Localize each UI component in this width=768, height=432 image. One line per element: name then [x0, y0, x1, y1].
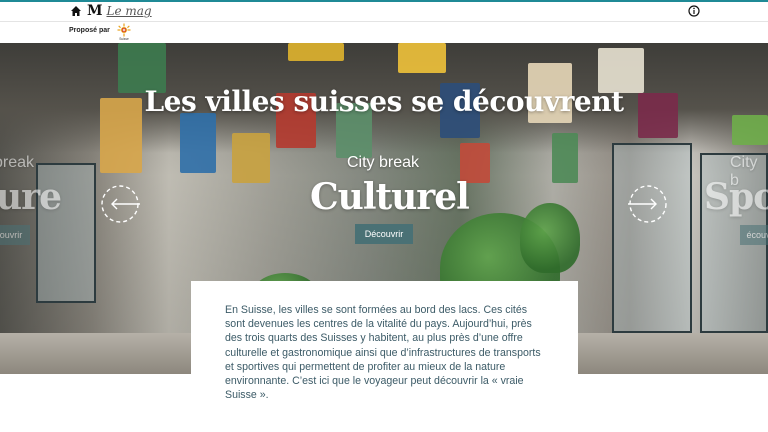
sponsor-logo-caption: Suisse	[119, 37, 129, 41]
sponsor-label: Proposé par	[69, 27, 110, 34]
sponsor-strip: Proposé par Suisse	[0, 22, 768, 43]
slide-center-subtitle: City break	[347, 154, 420, 171]
slide-center-name: Culturel	[310, 176, 470, 218]
switzerland-tourism-logo[interactable]: Suisse	[116, 23, 132, 41]
window-frame	[612, 143, 692, 333]
hanging-bag	[232, 133, 270, 183]
hanging-bag	[180, 113, 216, 173]
arrow-right-icon[interactable]	[628, 184, 668, 224]
slide-left-subtitle: City break	[0, 154, 35, 171]
intro-text: En Suisse, les villes se sont formées au…	[225, 304, 541, 402]
intro-card: En Suisse, les villes se sont formées au…	[191, 281, 578, 432]
hanging-bag	[552, 133, 578, 183]
hanging-bag	[732, 115, 768, 145]
slide-left-button[interactable]: ouvrir	[0, 225, 30, 245]
slide-right-name: Spo	[704, 176, 768, 218]
hero-title: Les villes suisses se découvrent	[144, 85, 624, 118]
logo-text: Le mag	[106, 4, 152, 18]
info-icon[interactable]	[688, 5, 700, 17]
plant-decor	[520, 203, 580, 273]
slide-right-button[interactable]: écouvr	[740, 225, 768, 245]
slide-left-name: ure	[0, 176, 62, 218]
hanging-bag	[398, 43, 446, 73]
discover-button[interactable]: Découvrir	[355, 224, 413, 244]
hanging-bag	[288, 43, 344, 61]
top-bar: M Le mag	[0, 0, 768, 22]
le-mag-logo[interactable]: M Le mag	[87, 3, 152, 19]
logo-mark: M	[87, 3, 103, 19]
arrow-left-icon[interactable]	[100, 184, 140, 224]
home-icon[interactable]	[70, 5, 82, 17]
